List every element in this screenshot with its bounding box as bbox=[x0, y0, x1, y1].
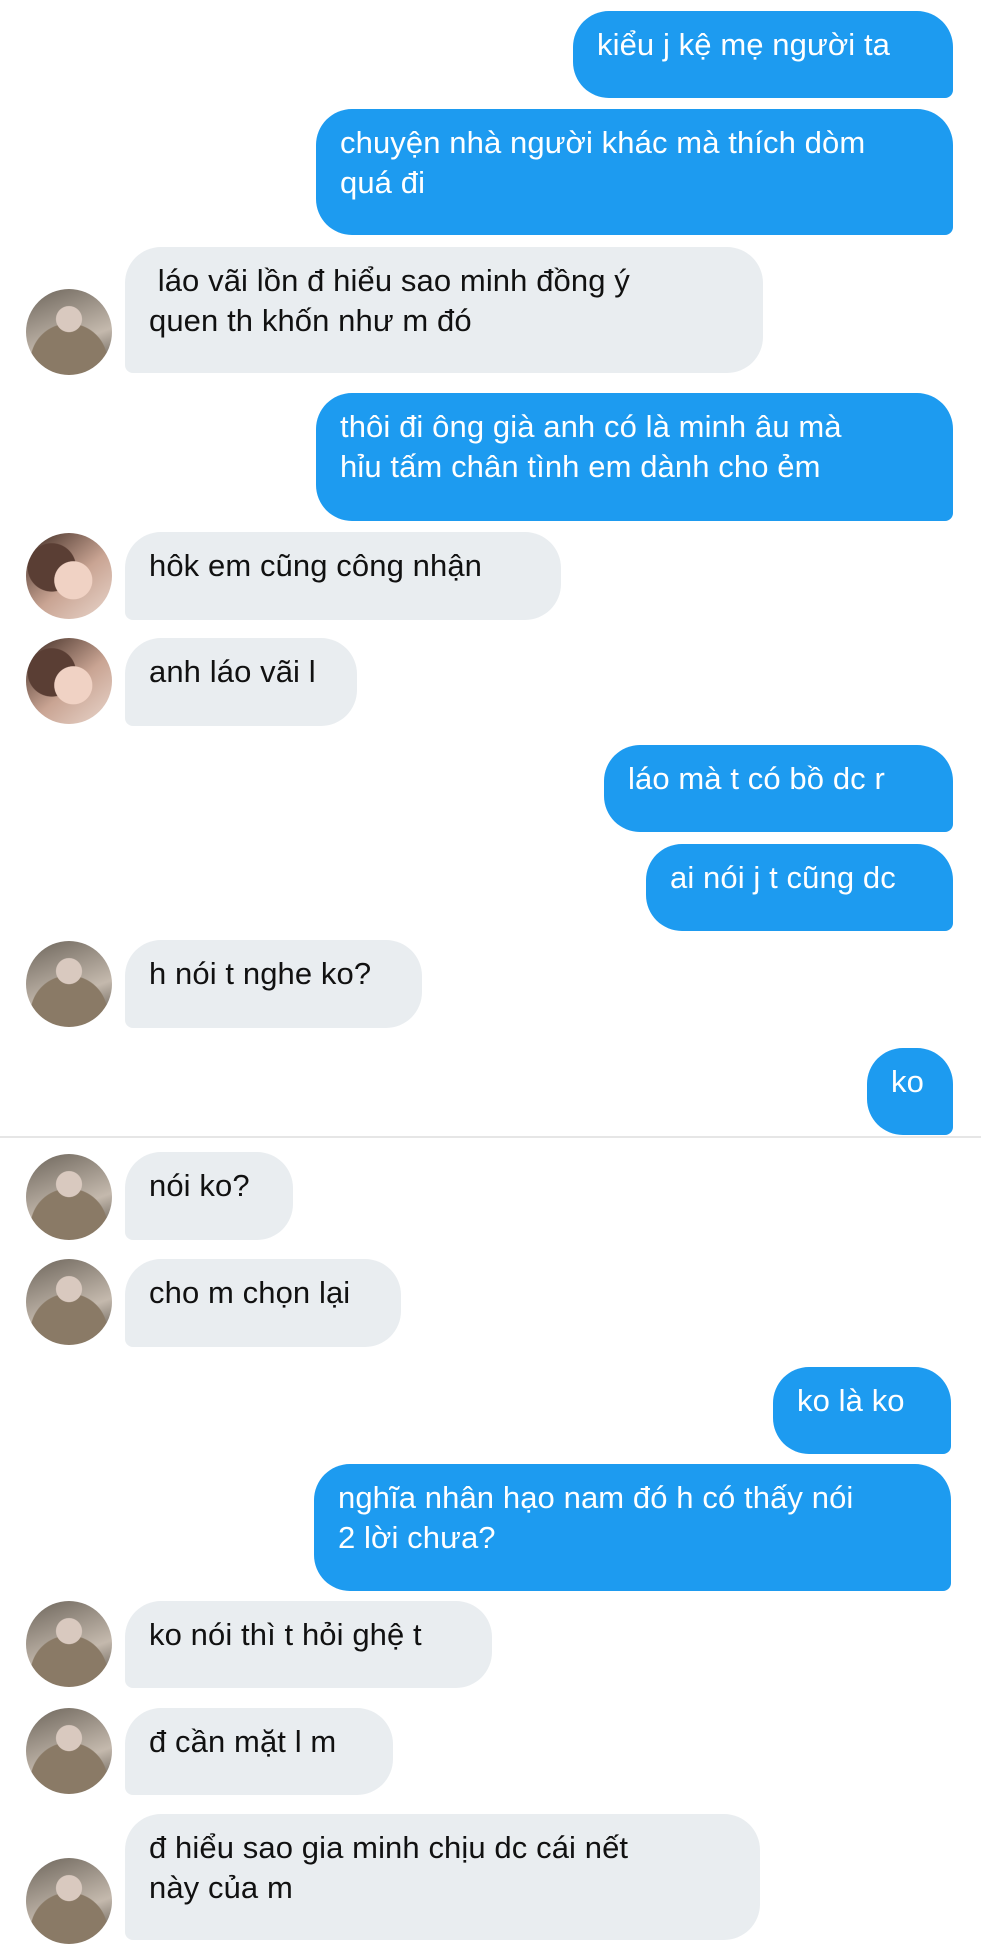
contact-avatar[interactable] bbox=[26, 638, 112, 724]
contact-avatar[interactable] bbox=[26, 1259, 112, 1345]
message-bubble-incoming[interactable]: h nói t nghe ko? bbox=[125, 940, 422, 1028]
message-bubble-incoming[interactable]: nói ko? bbox=[125, 1152, 293, 1240]
message-bubble-incoming[interactable]: đ cần mặt l m bbox=[125, 1708, 393, 1795]
message-bubble-outgoing[interactable]: thôi đi ông già anh có là minh âu mà hỉu… bbox=[316, 393, 953, 521]
contact-avatar[interactable] bbox=[26, 1708, 112, 1794]
contact-avatar[interactable] bbox=[26, 1858, 112, 1944]
message-bubble-outgoing[interactable]: chuyện nhà người khác mà thích dòm quá đ… bbox=[316, 109, 953, 235]
message-bubble-outgoing[interactable]: ko là ko bbox=[773, 1367, 951, 1454]
contact-avatar[interactable] bbox=[26, 289, 112, 375]
contact-avatar[interactable] bbox=[26, 1601, 112, 1687]
message-bubble-outgoing[interactable]: kiểu j kệ mẹ người ta bbox=[573, 11, 953, 98]
divider bbox=[0, 1136, 981, 1138]
contact-avatar[interactable] bbox=[26, 1154, 112, 1240]
message-bubble-incoming[interactable]: láo vãi lồn đ hiểu sao minh đồng ý quen … bbox=[125, 247, 763, 373]
message-bubble-incoming[interactable]: anh láo vãi l bbox=[125, 638, 357, 726]
contact-avatar[interactable] bbox=[26, 941, 112, 1027]
message-bubble-outgoing[interactable]: ko bbox=[867, 1048, 953, 1135]
message-bubble-incoming[interactable]: hôk em cũng công nhận bbox=[125, 532, 561, 620]
message-bubble-incoming[interactable]: đ hiểu sao gia minh chịu dc cái nết này … bbox=[125, 1814, 760, 1940]
message-bubble-incoming[interactable]: cho m chọn lại bbox=[125, 1259, 401, 1347]
message-bubble-outgoing[interactable]: ai nói j t cũng dc bbox=[646, 844, 953, 931]
message-bubble-outgoing[interactable]: nghĩa nhân hạo nam đó h có thấy nói 2 lờ… bbox=[314, 1464, 951, 1591]
message-bubble-outgoing[interactable]: láo mà t có bồ dc r bbox=[604, 745, 953, 832]
chat-thread: kiểu j kệ mẹ người ta chuyện nhà người k… bbox=[0, 0, 981, 1944]
message-bubble-incoming[interactable]: ko nói thì t hỏi ghệ t bbox=[125, 1601, 492, 1688]
contact-avatar[interactable] bbox=[26, 533, 112, 619]
